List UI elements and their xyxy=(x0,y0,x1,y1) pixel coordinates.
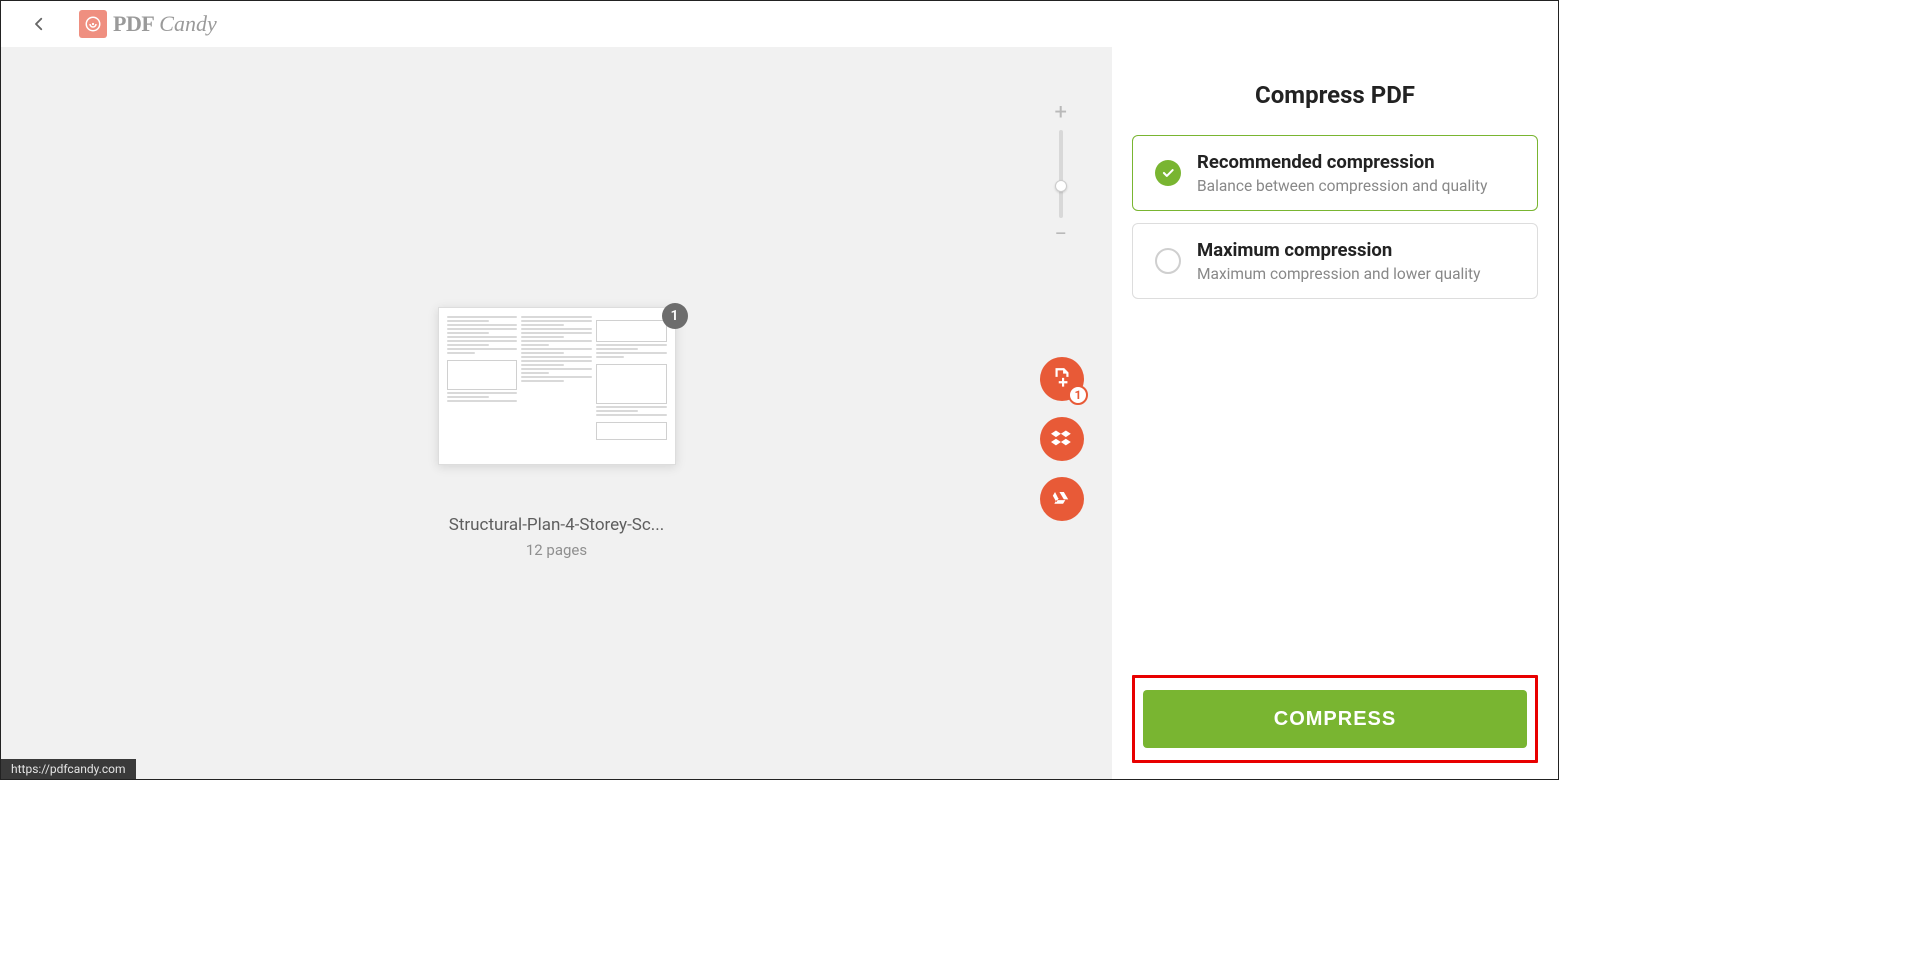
file-card[interactable]: 1 xyxy=(438,307,676,559)
zoom-in-button[interactable]: + xyxy=(1054,102,1066,124)
option-text: Recommended compression Balance between … xyxy=(1197,151,1487,195)
logo-text-pdf: PDF xyxy=(113,11,154,37)
compress-highlight-box: COMPRESS xyxy=(1132,675,1538,763)
chevron-left-icon xyxy=(30,15,48,33)
page-thumbnail[interactable] xyxy=(438,307,676,465)
logo-text-candy: Candy xyxy=(159,11,216,37)
zoom-thumb[interactable] xyxy=(1055,180,1067,192)
radio-unselected-icon xyxy=(1155,248,1181,274)
sidebar-title: Compress PDF xyxy=(1132,81,1538,109)
zoom-out-button[interactable]: − xyxy=(1054,224,1067,246)
option-maximum[interactable]: Maximum compression Maximum compression … xyxy=(1132,223,1538,299)
option-title: Maximum compression xyxy=(1197,239,1480,261)
status-bar-url: https://pdfcandy.com xyxy=(1,759,136,779)
option-desc: Balance between compression and quality xyxy=(1197,177,1487,195)
file-name: Structural-Plan-4-Storey-Sc... xyxy=(449,515,664,535)
file-pages: 12 pages xyxy=(526,541,587,559)
content: + − 1 xyxy=(1,47,1558,779)
option-desc: Maximum compression and lower quality xyxy=(1197,265,1480,283)
dropbox-icon xyxy=(1051,428,1073,450)
logo[interactable]: PDF Candy xyxy=(79,10,217,38)
radio-selected-icon xyxy=(1155,160,1181,186)
preview-area: + − 1 xyxy=(1,47,1112,779)
option-recommended[interactable]: Recommended compression Balance between … xyxy=(1132,135,1538,211)
back-button[interactable] xyxy=(29,14,49,34)
check-icon xyxy=(1161,166,1175,180)
header: PDF Candy xyxy=(1,1,1558,47)
google-drive-button[interactable] xyxy=(1040,477,1084,521)
action-button-stack: 1 xyxy=(1040,357,1084,521)
compress-button[interactable]: COMPRESS xyxy=(1143,690,1527,748)
logo-icon xyxy=(79,10,107,38)
option-title: Recommended compression xyxy=(1197,151,1487,173)
google-drive-icon xyxy=(1051,488,1073,510)
dropbox-button[interactable] xyxy=(1040,417,1084,461)
zoom-control: + − xyxy=(1054,102,1067,246)
sidebar: Compress PDF Recommended compression Bal… xyxy=(1112,47,1558,779)
file-count-badge: 1 xyxy=(1068,385,1088,405)
add-file-button[interactable]: 1 xyxy=(1040,357,1084,401)
option-text: Maximum compression Maximum compression … xyxy=(1197,239,1480,283)
app-frame: PDF Candy + − 1 xyxy=(0,0,1559,780)
zoom-slider[interactable] xyxy=(1059,130,1063,218)
page-number-badge: 1 xyxy=(662,303,688,329)
